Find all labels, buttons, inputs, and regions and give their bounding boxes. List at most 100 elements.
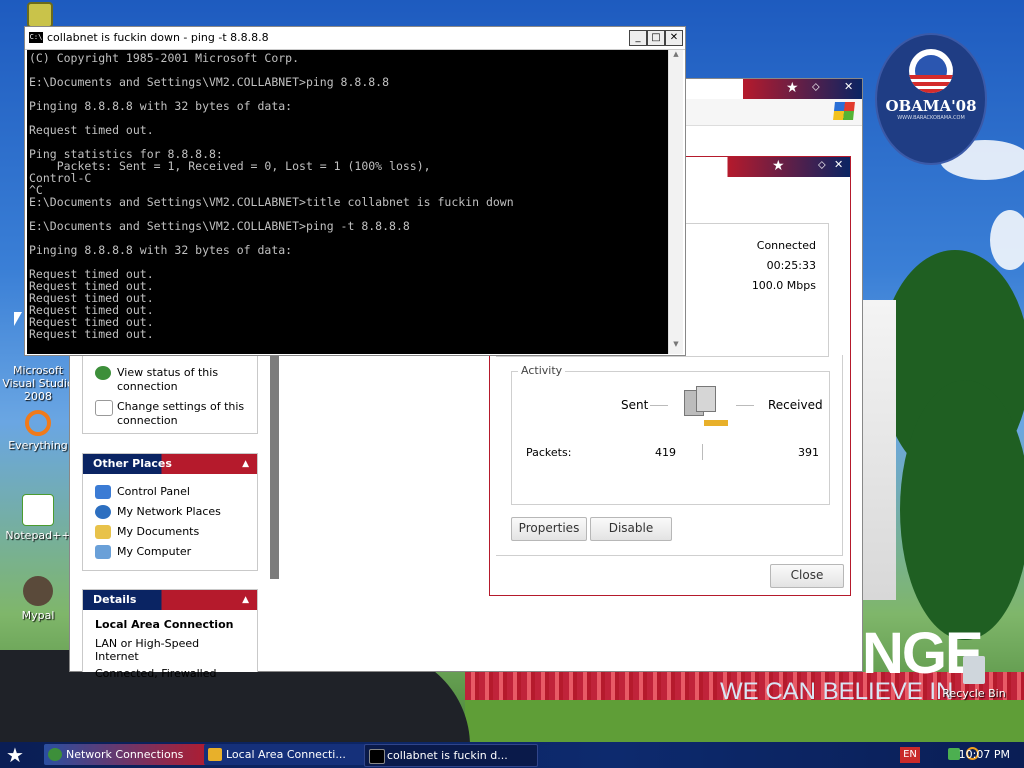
task-pane: View status of this connection Change se… <box>70 349 280 680</box>
disable-button[interactable]: Disable <box>590 517 672 541</box>
task-pane-scrollbar[interactable] <box>270 349 279 579</box>
taskbar-tab-local-area-connection[interactable]: Local Area Connecti... <box>204 744 372 765</box>
mouse-cursor-icon <box>14 312 22 326</box>
scroll-down-icon[interactable]: ▼ <box>669 340 683 354</box>
taskbar-tab-cmd[interactable]: collabnet is fuckin d... <box>364 744 538 767</box>
details-title: Local Area Connection <box>95 618 234 631</box>
console-line: E:\Documents and Settings\VM2.COLLABNET>… <box>29 219 410 233</box>
taskbar: ★ Network Connections Local Area Connect… <box>0 742 1024 768</box>
system-tray: EN 10:07 PM <box>874 742 1024 768</box>
close-button[interactable]: ✕ <box>665 30 683 46</box>
desktop-icon-notepad-plus-plus[interactable]: Notepad++ <box>0 494 76 542</box>
panel-header[interactable]: Other Places ▲ <box>83 454 257 474</box>
details-panel: Details ▲ Local Area Connection LAN or H… <box>82 589 258 680</box>
star-icon: ★ <box>786 80 799 96</box>
connection-speed: 100.0 Mbps <box>751 279 816 292</box>
place-label: Control Panel <box>117 485 190 498</box>
place-my-network-places[interactable]: My Network Places <box>83 502 257 522</box>
place-label: My Network Places <box>117 505 221 518</box>
properties-button[interactable]: Properties <box>511 517 587 541</box>
tree <box>900 380 1024 640</box>
panel-heading: Details <box>93 593 137 606</box>
close-icon[interactable]: ✕ <box>844 80 853 93</box>
desktop-icon-recycle-bin[interactable]: Recycle Bin <box>936 656 1012 700</box>
panel-heading: Other Places <box>93 457 172 470</box>
desktop-icon-label: Recycle Bin <box>942 687 1006 700</box>
restore-icon[interactable]: ⬦ <box>812 80 820 94</box>
task-change-settings[interactable]: Change settings of this connection <box>83 397 257 431</box>
white-house <box>862 300 896 600</box>
console-line: Request timed out. <box>29 123 154 137</box>
task-label: Change settings of this connection <box>117 400 245 427</box>
everything-icon <box>25 410 51 436</box>
scroll-up-icon[interactable]: ▲ <box>669 50 683 64</box>
other-places-panel: Other Places ▲ Control Panel My Network … <box>82 453 258 571</box>
notepad-plus-plus-icon <box>22 494 54 526</box>
network-places-icon <box>95 505 111 519</box>
collapse-icon[interactable]: ▲ <box>242 454 249 474</box>
desktop-icon-label: Mypal <box>21 609 55 622</box>
windows-logo-icon <box>833 102 855 120</box>
task-label: View status of this connection <box>117 366 219 393</box>
place-my-documents[interactable]: My Documents <box>83 522 257 542</box>
star-icon: ★ <box>772 158 785 174</box>
clock[interactable]: 10:07 PM <box>959 748 1010 761</box>
console-icon <box>369 749 385 764</box>
network-tasks-panel: View status of this connection Change se… <box>82 349 258 434</box>
taskbar-tab-label: Network Connections <box>66 748 184 761</box>
console-scrollbar[interactable]: ▲ ▼ <box>668 50 683 354</box>
desktop-icon-label: Microsoft Visual Studio 2008 <box>2 364 74 403</box>
restore-icon[interactable]: ⬦ <box>818 158 826 172</box>
minimize-button[interactable]: _ <box>629 30 647 46</box>
details-line: Connected, Firewalled <box>95 667 217 680</box>
badge-brand: OBAMA'08 <box>885 97 977 115</box>
taskbar-tab-network-connections[interactable]: Network Connections <box>44 744 216 765</box>
connection-duration: 00:25:33 <box>766 259 816 272</box>
control-panel-icon <box>95 485 111 499</box>
recycle-bin-icon <box>963 656 985 684</box>
window-titlebar[interactable]: C:\ collabnet is fuckin down - ping -t 8… <box>25 27 685 50</box>
obama-logo-icon <box>909 49 953 93</box>
settings-icon <box>95 400 113 416</box>
console-line: E:\Documents and Settings\VM2.COLLABNET>… <box>29 75 390 89</box>
globe-icon <box>95 366 111 380</box>
console-line: Packets: Sent = 1, Received = 0, Lost = … <box>29 159 431 173</box>
wallpaper-sub-text: WE CAN BELIEVE IN <box>720 678 954 705</box>
console-output[interactable]: (C) Copyright 1985-2001 Microsoft Corp. … <box>27 50 671 354</box>
details-line: LAN or High-Speed Internet <box>95 637 200 663</box>
place-label: My Computer <box>117 545 192 558</box>
panel-header[interactable]: Details ▲ <box>83 590 257 610</box>
console-line: E:\Documents and Settings\VM2.COLLABNET>… <box>29 195 514 209</box>
console-icon: C:\ <box>29 32 43 43</box>
lawn <box>465 700 1024 746</box>
badge-url: WWW.BARACKOBAMA.COM <box>897 115 965 121</box>
language-indicator[interactable]: EN <box>900 747 920 763</box>
taskbar-tab-label: collabnet is fuckin d... <box>387 749 508 762</box>
lan-icon <box>208 748 222 761</box>
place-my-computer[interactable]: My Computer <box>83 542 257 562</box>
desktop-icon-visual-studio[interactable]: Microsoft Visual Studio 2008 <box>0 364 76 403</box>
obama-badge: OBAMA'08 WWW.BARACKOBAMA.COM <box>875 33 987 165</box>
maximize-button[interactable]: □ <box>647 30 665 46</box>
start-button[interactable]: ★ <box>6 744 24 766</box>
desktop-icon-label: Everything <box>8 439 68 452</box>
console-line: Control-C <box>29 171 92 185</box>
cloud <box>990 210 1024 270</box>
desktop-icon-everything[interactable]: Everything <box>0 410 76 452</box>
place-control-panel[interactable]: Control Panel <box>83 482 257 502</box>
console-line: Pinging 8.8.8.8 with 32 bytes of data: <box>29 243 293 257</box>
computer-icon <box>95 545 111 559</box>
console-line: Request timed out. <box>29 327 154 341</box>
close-button[interactable]: Close <box>770 564 844 588</box>
console-line: Pinging 8.8.8.8 with 32 bytes of data: <box>29 99 293 113</box>
close-icon[interactable]: ✕ <box>834 158 843 171</box>
window-title: collabnet is fuckin down - ping -t 8.8.8… <box>47 31 269 44</box>
connection-status: Connected <box>756 239 816 252</box>
documents-icon <box>95 525 111 539</box>
task-view-status[interactable]: View status of this connection <box>83 363 257 397</box>
desktop-icon-label: Notepad++ <box>5 529 71 542</box>
console-line: (C) Copyright 1985-2001 Microsoft Corp. <box>29 51 300 65</box>
network-connections-icon <box>48 748 62 761</box>
desktop-icon-mypal[interactable]: Mypal <box>0 576 76 622</box>
collapse-icon[interactable]: ▲ <box>242 590 249 610</box>
